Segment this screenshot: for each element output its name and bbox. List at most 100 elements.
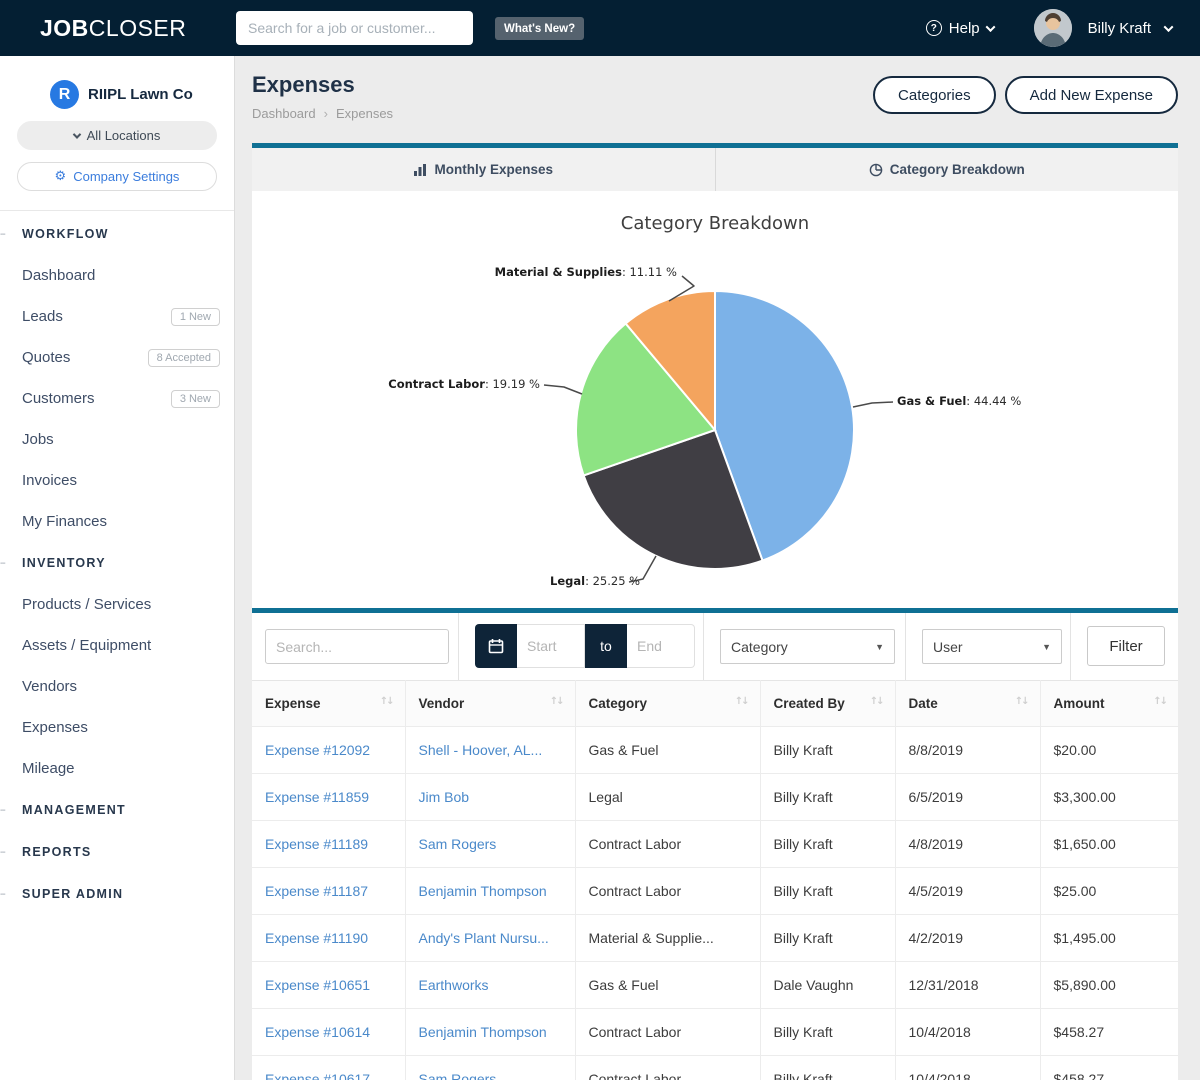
- expense-link[interactable]: Expense #11187: [265, 883, 368, 899]
- date-end-input[interactable]: [627, 624, 695, 668]
- expense-link[interactable]: Expense #10651: [265, 977, 370, 993]
- categories-button[interactable]: Categories: [873, 76, 996, 114]
- column-header-expense[interactable]: ↑↓Expense: [252, 681, 405, 727]
- table-search-input[interactable]: [265, 629, 449, 664]
- company-name: RIIPL Lawn Co: [88, 86, 193, 103]
- created-by-cell: Dale Vaughn: [760, 962, 895, 1009]
- table-row: Expense #11190Andy's Plant Nursu...Mater…: [252, 915, 1178, 962]
- category-cell: Gas & Fuel: [575, 727, 760, 774]
- sidebar-item-jobs[interactable]: Jobs: [0, 419, 234, 460]
- company-settings-button[interactable]: ⚙ Company Settings: [17, 162, 217, 191]
- whats-new-button[interactable]: What's New?: [495, 17, 584, 40]
- help-icon: ?: [926, 20, 942, 36]
- chart-tabs: Monthly Expenses Category Breakdown: [252, 148, 1178, 191]
- sidebar-item-label: Vendors: [22, 678, 77, 695]
- expense-link[interactable]: Expense #11859: [265, 789, 369, 805]
- section-label: INVENTORY: [14, 556, 106, 570]
- tab-monthly-expenses[interactable]: Monthly Expenses: [252, 148, 715, 191]
- sidebar-item-customers[interactable]: Customers3 New: [0, 378, 234, 419]
- top-navbar: JOBCLOSER What's New? ? Help Billy Kraft: [0, 0, 1200, 56]
- sidebar-item-leads[interactable]: Leads1 New: [0, 296, 234, 337]
- sidebar-item-dashboard[interactable]: Dashboard: [0, 255, 234, 296]
- created-by-cell: Billy Kraft: [760, 1009, 895, 1056]
- date-to-label: to: [585, 624, 627, 668]
- vendor-link[interactable]: Sam Rogers: [419, 836, 497, 852]
- column-label: Created By: [774, 696, 845, 711]
- sidebar-item-label: Assets / Equipment: [22, 637, 151, 654]
- date-cell: 12/31/2018: [895, 962, 1040, 1009]
- help-menu[interactable]: ? Help: [926, 20, 994, 37]
- vendor-link[interactable]: Shell - Hoover, AL...: [419, 742, 543, 758]
- column-header-date[interactable]: ↑↓Date: [895, 681, 1040, 727]
- section-dash-icon: --: [0, 805, 14, 816]
- breadcrumb-dashboard[interactable]: Dashboard: [252, 106, 316, 121]
- pie-chart[interactable]: [252, 191, 1178, 608]
- table-row: Expense #10651EarthworksGas & FuelDale V…: [252, 962, 1178, 1009]
- date-start-input[interactable]: [517, 624, 585, 668]
- amount-cell: $20.00: [1040, 727, 1178, 774]
- sidebar-item-label: Invoices: [22, 472, 77, 489]
- user-select-value: User: [933, 639, 963, 655]
- expense-link[interactable]: Expense #10614: [265, 1024, 370, 1040]
- calendar-button[interactable]: [475, 624, 517, 668]
- vendor-link[interactable]: Benjamin Thompson: [419, 1024, 547, 1040]
- amount-cell: $25.00: [1040, 868, 1178, 915]
- created-by-cell: Billy Kraft: [760, 727, 895, 774]
- vendor-link[interactable]: Sam Rogers: [419, 1071, 497, 1080]
- table-row: Expense #12092 Shell - Hoover, AL... Gas &…: [252, 727, 1178, 774]
- sidebar-item-label: Dashboard: [22, 267, 95, 284]
- expense-link[interactable]: Expense #12092: [265, 742, 370, 758]
- date-cell: 10/4/2018: [895, 1009, 1040, 1056]
- avatar[interactable]: [1034, 9, 1072, 47]
- category-select[interactable]: Category ▼: [720, 629, 895, 664]
- filter-row: to Category ▼ User ▼ Filter: [252, 613, 1178, 680]
- column-header-created-by[interactable]: ↑↓Created By: [760, 681, 895, 727]
- locations-dropdown[interactable]: All Locations: [17, 121, 217, 150]
- vendor-cell: Jim Bob: [405, 774, 575, 821]
- column-header-amount[interactable]: ↑↓Amount: [1040, 681, 1178, 727]
- header-buttons: Categories Add New Expense: [873, 76, 1178, 143]
- sidebar-item-vendors[interactable]: Vendors: [0, 666, 234, 707]
- expense-link[interactable]: Expense #11189: [265, 836, 368, 852]
- breadcrumb-expenses: Expenses: [336, 106, 393, 121]
- expense-link[interactable]: Expense #11190: [265, 930, 368, 946]
- column-label: Date: [909, 696, 938, 711]
- sidebar-item-assets-equipment[interactable]: Assets / Equipment: [0, 625, 234, 666]
- navbar-right: ? Help Billy Kraft: [926, 0, 1172, 56]
- amount-cell: $458.27: [1040, 1009, 1178, 1056]
- logo-bold: JOB: [40, 15, 89, 41]
- add-new-expense-button[interactable]: Add New Expense: [1005, 76, 1178, 114]
- section-dash-icon: --: [0, 229, 14, 240]
- table-row: Expense #11859Jim BobLegalBilly Kraft6/5…: [252, 774, 1178, 821]
- sidebar-item-label: Products / Services: [22, 596, 151, 613]
- amount-cell: $458.27: [1040, 1056, 1178, 1080]
- user-select[interactable]: User ▼: [922, 629, 1062, 664]
- sidebar-item-label: Jobs: [22, 431, 54, 448]
- column-header-category[interactable]: ↑↓Category: [575, 681, 760, 727]
- sidebar-item-invoices[interactable]: Invoices: [0, 460, 234, 501]
- vendor-link[interactable]: Benjamin Thompson: [419, 883, 547, 899]
- section-label: WORKFLOW: [14, 227, 109, 241]
- column-label: Vendor: [419, 696, 465, 711]
- section-dash-icon: --: [0, 889, 14, 900]
- user-name[interactable]: Billy Kraft: [1088, 20, 1151, 37]
- vendor-link[interactable]: Earthworks: [419, 977, 489, 993]
- vendor-link[interactable]: Jim Bob: [419, 789, 470, 805]
- chart-card: Monthly Expenses Category Breakdown Cate…: [252, 143, 1178, 608]
- sidebar-item-quotes[interactable]: Quotes8 Accepted: [0, 337, 234, 378]
- expense-link[interactable]: Expense #10617: [265, 1071, 370, 1080]
- sort-icon: ↑↓: [380, 696, 393, 707]
- page-header: Expenses Dashboard › Expenses Categories…: [235, 56, 1200, 143]
- filter-button[interactable]: Filter: [1087, 626, 1165, 666]
- table-card: to Category ▼ User ▼ Filter ↑↓Expense↑↓V…: [252, 608, 1178, 1080]
- sidebar-item-expenses[interactable]: Expenses: [0, 707, 234, 748]
- sidebar-item-mileage[interactable]: Mileage: [0, 748, 234, 789]
- tab-category-breakdown[interactable]: Category Breakdown: [716, 148, 1179, 191]
- column-header-vendor[interactable]: ↑↓Vendor: [405, 681, 575, 727]
- column-label: Category: [589, 696, 648, 711]
- category-cell: Legal: [575, 774, 760, 821]
- global-search-input[interactable]: [236, 11, 473, 45]
- sidebar-item-products-services[interactable]: Products / Services: [0, 584, 234, 625]
- vendor-link[interactable]: Andy's Plant Nursu...: [419, 930, 549, 946]
- sidebar-item-my-finances[interactable]: My Finances: [0, 501, 234, 542]
